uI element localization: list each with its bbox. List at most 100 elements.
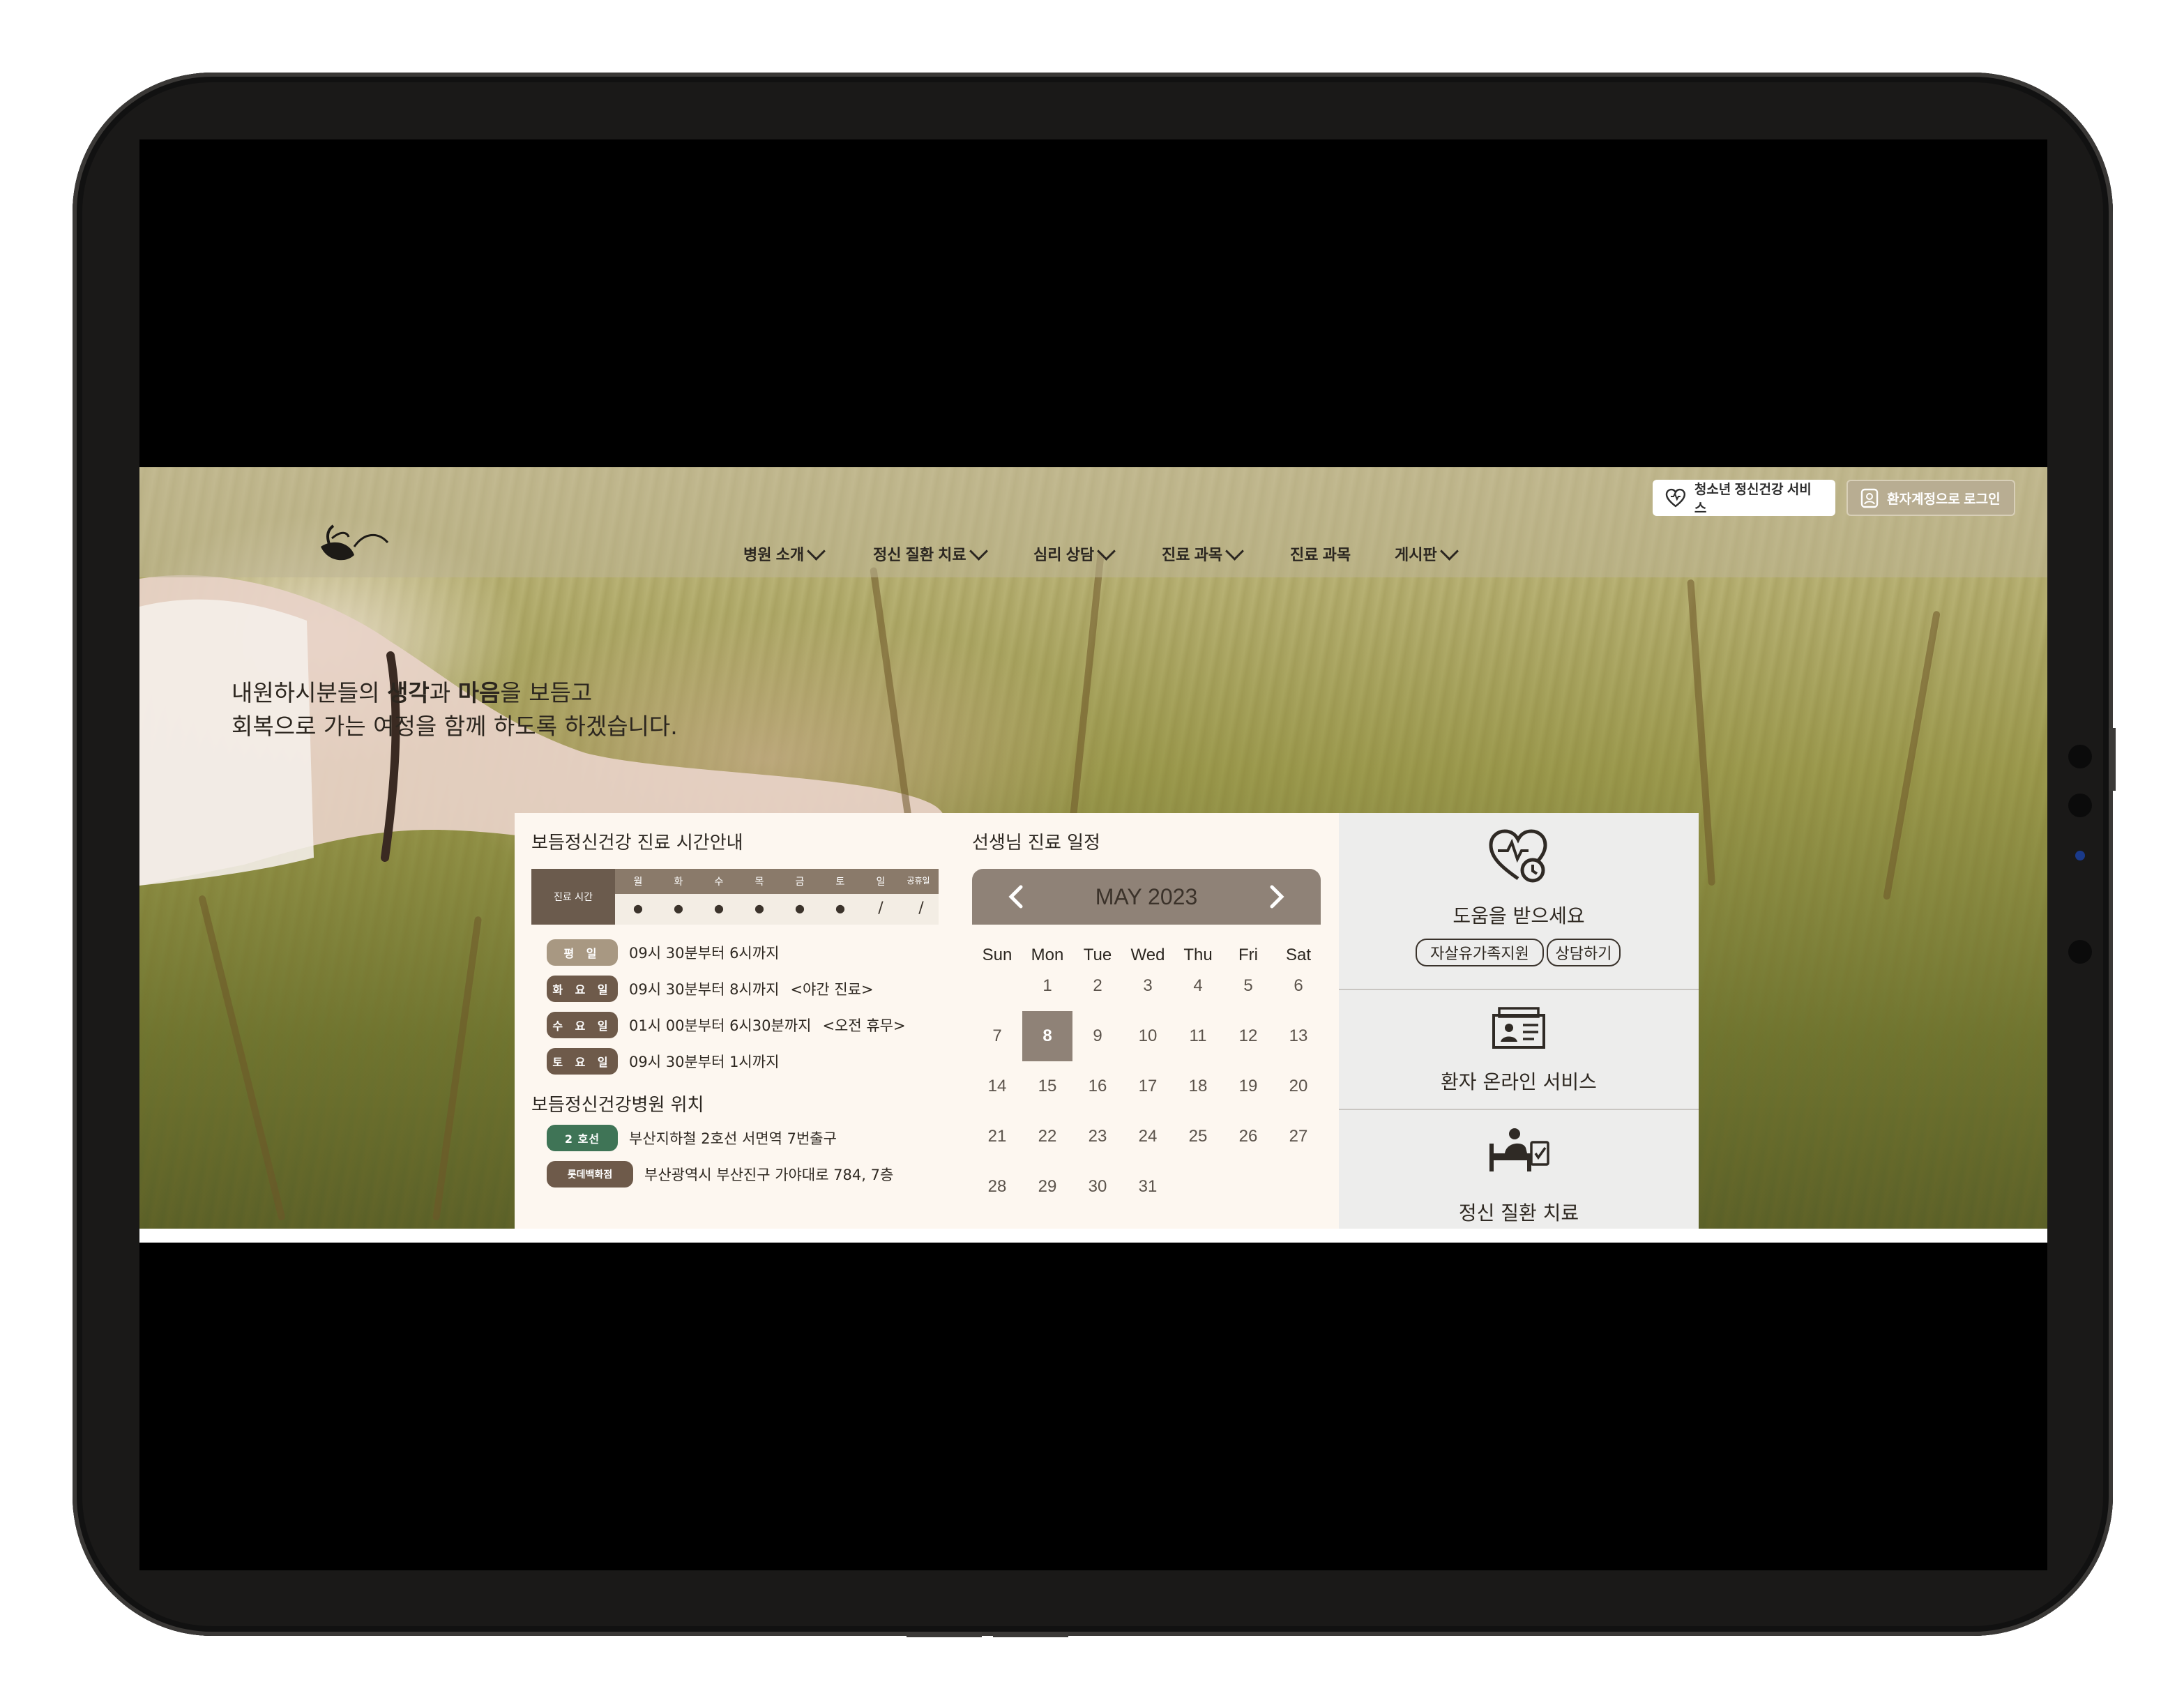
- hours-note: <야간 진료>: [790, 981, 874, 998]
- sensor-dot: [2068, 940, 2092, 964]
- closed-mark: /: [918, 900, 924, 917]
- hero-tagline: 내원하시분들의 생각과 마음을 보듬고 회복으로 가는 여정을 함께 하도록 하…: [232, 676, 678, 743]
- chevron-down-icon: [807, 541, 826, 561]
- nav-mental-illness-treatment[interactable]: 정신 질환 치료: [873, 541, 988, 565]
- nav-label: 정신 질환 치료: [873, 546, 966, 563]
- nav-board[interactable]: 게시판: [1395, 541, 1459, 565]
- prev-month-button[interactable]: [1004, 884, 1029, 909]
- nav-counseling[interactable]: 심리 상담: [1033, 541, 1116, 565]
- location-row-address: 롯데백화점 부산광역시 부산진구 가야대로 784, 7층: [547, 1160, 893, 1188]
- calendar-day-selected[interactable]: 8: [1022, 1011, 1072, 1061]
- sensor-dot: [2068, 745, 2092, 768]
- tagline-text: 을 보듬고: [500, 679, 593, 706]
- calendar-day[interactable]: 2: [1072, 961, 1123, 1011]
- calendar-day[interactable]: 20: [1273, 1061, 1324, 1112]
- schedule-days-row: 월 화 수 목 금 토 일 공휴일: [615, 869, 939, 894]
- calendar-day[interactable]: 31: [1123, 1162, 1173, 1212]
- day-label: 수: [714, 877, 724, 888]
- treatment-title[interactable]: 정신 질환 치료: [1339, 1198, 1699, 1226]
- hours-panel: 보듬정신건강 진료 시간안내 진료 시간 월 화 수 목 금 토 일 공휴일 ●: [515, 813, 972, 1243]
- hours-row-wednesday: 수 요 일 01시 00분부터 6시30분까지 <오전 휴무>: [547, 1011, 906, 1039]
- main-nav: 병원 소개 정신 질환 치료 심리 상담 진료 과목 진료 과목 게시판: [139, 541, 2047, 570]
- chevron-down-icon: [1225, 541, 1245, 561]
- calendar-day[interactable]: 9: [1072, 1011, 1123, 1061]
- calendar-day[interactable]: 15: [1022, 1061, 1072, 1112]
- calendar-day[interactable]: 18: [1173, 1061, 1223, 1112]
- heart-clock-icon: [1489, 829, 1547, 883]
- hospital-bed-icon: [1489, 1128, 1549, 1171]
- hours-text: 09시 30분부터 8시까지: [629, 981, 780, 998]
- calendar-day[interactable]: 4: [1173, 961, 1223, 1011]
- online-service-title[interactable]: 환자 온라인 서비스: [1339, 1067, 1699, 1095]
- chevron-down-icon: [1439, 541, 1459, 561]
- patient-login-button[interactable]: 환자계정으로 로그인: [1846, 480, 2015, 516]
- day-label: 월: [633, 877, 643, 888]
- schedule-table: 진료 시간 월 화 수 목 금 토 일 공휴일 ● ● ● ● ● ● / /: [531, 869, 939, 925]
- suicide-bereaved-family-button[interactable]: 자살유가족지원: [1416, 939, 1544, 966]
- calendar-day[interactable]: 25: [1173, 1112, 1223, 1162]
- tagline-line-2: 회복으로 가는 여정을 함께 하도록 하겠습니다.: [232, 713, 678, 740]
- nav-hospital-intro[interactable]: 병원 소개: [743, 541, 826, 565]
- calendar-panel: 선생님 진료 일정 MAY 2023 Sun Mon Tue Wed Thu Fri Sat…: [972, 813, 1339, 1243]
- day-label: 공휴일: [907, 876, 930, 886]
- calendar-day[interactable]: 11: [1173, 1011, 1223, 1061]
- nav-departments-2[interactable]: 진료 과목: [1290, 543, 1351, 565]
- calendar-day[interactable]: 19: [1223, 1061, 1273, 1112]
- hours-title: 보듬정신건강 진료 시간안내: [531, 833, 743, 854]
- screen: 청소년 정신건강 서비스 환자계정으로 로그인 병원 소개 정신 질환 치료 심…: [139, 139, 2047, 1570]
- calendar-day[interactable]: 26: [1223, 1112, 1273, 1162]
- nav-label: 게시판: [1395, 546, 1437, 563]
- open-mark: ●: [674, 902, 683, 915]
- counseling-button[interactable]: 상담하기: [1547, 939, 1621, 966]
- calendar-day[interactable]: 24: [1123, 1112, 1173, 1162]
- calendar-day[interactable]: 29: [1022, 1162, 1072, 1212]
- youth-service-label: 청소년 정신건강 서비스: [1694, 483, 1812, 516]
- tagline-emphasis: 생각: [387, 679, 430, 706]
- hours-badge: 토 요 일: [547, 1048, 618, 1075]
- calendar-day[interactable]: 14: [972, 1061, 1022, 1112]
- calendar-day[interactable]: 7: [972, 1011, 1022, 1061]
- calendar-day[interactable]: 1: [1022, 961, 1072, 1011]
- hours-note: <오전 휴무>: [822, 1017, 906, 1034]
- location-text: 부산광역시 부산진구 가야대로 784, 7층: [644, 1167, 894, 1183]
- calendar-day[interactable]: 12: [1223, 1011, 1273, 1061]
- location-text: 부산지하철 2호선 서면역 7번출구: [629, 1130, 837, 1147]
- closed-mark: /: [878, 900, 884, 917]
- calendar-day[interactable]: 16: [1072, 1061, 1123, 1112]
- calendar-day[interactable]: 6: [1273, 961, 1324, 1011]
- calendar-day[interactable]: 22: [1022, 1112, 1072, 1162]
- calendar-day[interactable]: 30: [1072, 1162, 1123, 1212]
- website: 청소년 정신건강 서비스 환자계정으로 로그인 병원 소개 정신 질환 치료 심…: [139, 467, 2047, 1243]
- patient-record-icon: [1492, 1007, 1545, 1049]
- calendar-day[interactable]: 3: [1123, 961, 1173, 1011]
- hours-row-weekday: 평 일 09시 30분부터 6시까지: [547, 939, 779, 966]
- calendar-day[interactable]: 10: [1123, 1011, 1173, 1061]
- calendar-day[interactable]: 21: [972, 1112, 1022, 1162]
- id-badge-icon: [1860, 488, 1879, 508]
- tagline-text: 과: [429, 679, 458, 706]
- landmark-badge: 롯데백화점: [547, 1161, 633, 1188]
- day-label: 목: [754, 877, 764, 888]
- calendar-day[interactable]: 13: [1273, 1011, 1324, 1061]
- calendar-day[interactable]: 23: [1072, 1112, 1123, 1162]
- next-month-button[interactable]: [1264, 884, 1289, 909]
- calendar-day[interactable]: 17: [1123, 1061, 1173, 1112]
- divider: [1339, 1109, 1699, 1110]
- calendar-day[interactable]: 28: [972, 1162, 1022, 1212]
- youth-mental-health-button[interactable]: 청소년 정신건강 서비스: [1653, 480, 1835, 516]
- services-panel: 도움을 받으세요 자살유가족지원 상담하기 환자 온라인 서비스 정신 질환 치…: [1339, 813, 1699, 1243]
- schedule-head-label: 진료 시간: [531, 869, 615, 925]
- page-bottom-strip: [139, 1229, 2047, 1243]
- hours-text: 01시 00분부터 6시30분까지: [629, 1017, 812, 1034]
- calendar-day[interactable]: 5: [1223, 961, 1273, 1011]
- top-button-2: [993, 1632, 1068, 1637]
- open-mark: ●: [714, 902, 724, 915]
- subway-badge: 2 호선: [547, 1125, 618, 1151]
- calendar-day[interactable]: 27: [1273, 1112, 1324, 1162]
- open-mark: ●: [633, 902, 643, 915]
- nav-departments[interactable]: 진료 과목: [1162, 541, 1245, 565]
- nav-label: 병원 소개: [743, 546, 805, 563]
- sensor-dot: [2068, 794, 2092, 817]
- tagline-line-1: 내원하시분들의 생각과 마음을 보듬고: [232, 676, 678, 710]
- hours-row-tuesday: 화 요 일 09시 30분부터 8시까지 <야간 진료>: [547, 975, 874, 1003]
